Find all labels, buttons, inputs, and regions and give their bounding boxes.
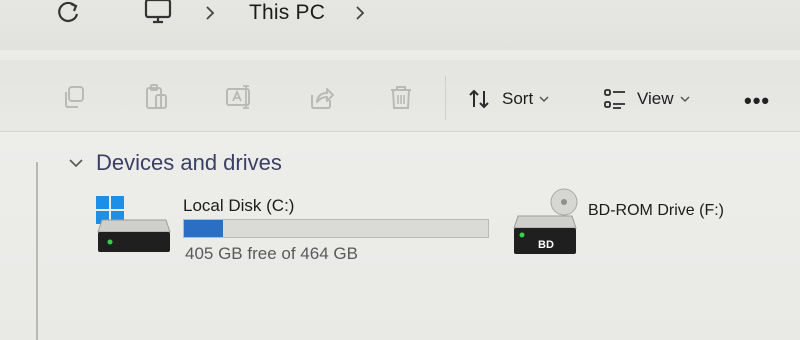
share-icon[interactable]: [306, 82, 336, 112]
drive-c-capacity-fill: [184, 220, 223, 237]
bd-rom-drive-icon[interactable]: BD: [508, 188, 580, 258]
sort-icon: [469, 89, 489, 109]
chevron-down-icon: [69, 159, 83, 168]
devices-and-drives-group-header[interactable]: Devices and drives: [68, 150, 282, 176]
sort-label: Sort: [502, 89, 534, 108]
bd-badge: BD: [538, 239, 554, 251]
breadcrumb-chevron-icon[interactable]: [352, 2, 368, 24]
content-area: Devices and drives Local Disk (C:) 405 G…: [0, 132, 800, 340]
address-bar: This PC: [0, 0, 800, 50]
drive-c-capacity-bar: [183, 219, 489, 238]
drive-c-name[interactable]: Local Disk (C:): [183, 196, 294, 216]
sort-button[interactable]: Sort: [468, 86, 549, 112]
drive-c-free-space: 405 GB free of 464 GB: [185, 244, 358, 263]
refresh-icon[interactable]: [54, 0, 84, 26]
drive-f-name[interactable]: BD-ROM Drive (F:): [588, 202, 724, 220]
paste-icon[interactable]: [142, 82, 172, 112]
navigation-pane-divider[interactable]: [36, 162, 38, 340]
copy-icon[interactable]: [60, 82, 90, 112]
chevron-down-icon: [680, 96, 690, 103]
view-label: View: [637, 89, 674, 108]
rename-icon[interactable]: [224, 82, 254, 112]
chevron-down-icon: [539, 96, 549, 103]
this-pc-icon[interactable]: [142, 0, 174, 28]
windows-drive-icon[interactable]: [94, 194, 174, 256]
group-title: Devices and drives: [96, 150, 282, 175]
see-more-button[interactable]: •••: [744, 88, 770, 114]
command-bar: Sort View •••: [0, 60, 800, 132]
breadcrumb-this-pc[interactable]: This PC: [249, 1, 325, 25]
view-button[interactable]: View: [603, 86, 690, 112]
breadcrumb-chevron-icon[interactable]: [202, 2, 218, 24]
command-separator: [445, 76, 446, 120]
delete-icon[interactable]: [386, 82, 416, 112]
view-icon: [604, 89, 625, 109]
